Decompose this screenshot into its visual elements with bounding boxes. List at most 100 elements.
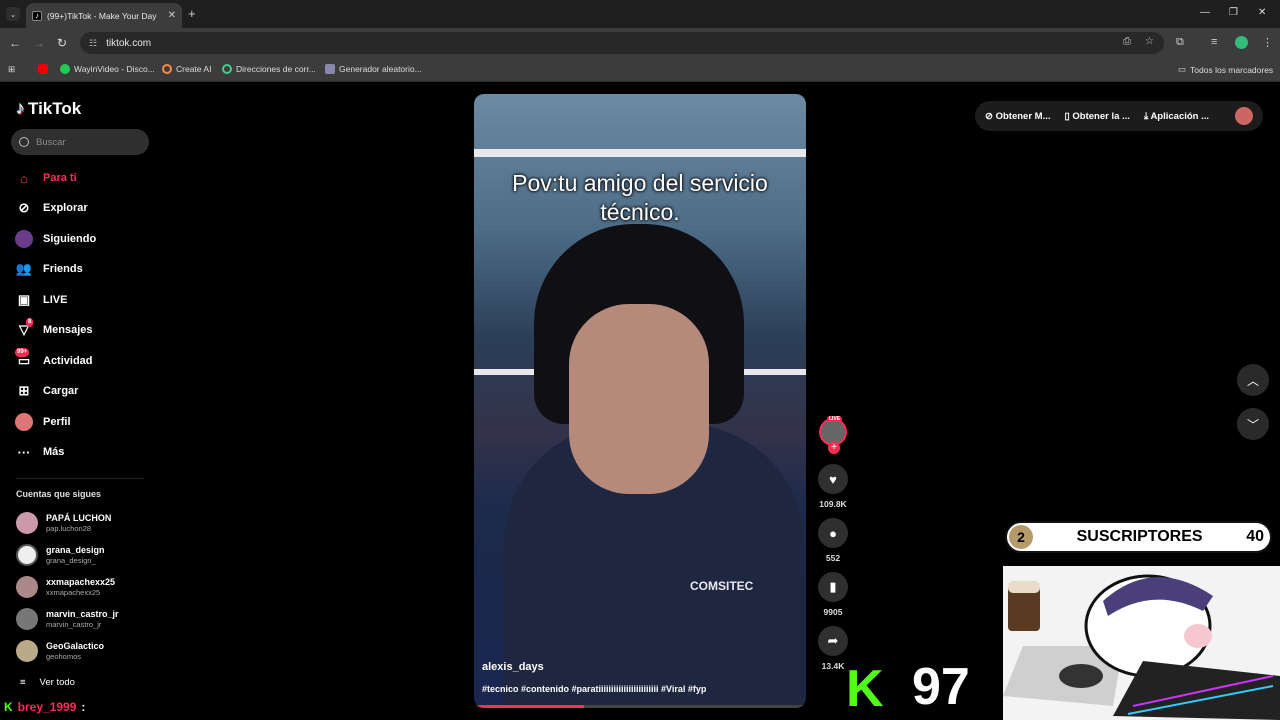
apps-grid-icon[interactable]: ⊞ (8, 64, 15, 75)
list-icon: ≡ (20, 677, 26, 688)
search-icon (19, 137, 29, 147)
menu-item-mensajes[interactable]: ▽ 8 Mensajes (15, 318, 155, 341)
all-bookmarks[interactable]: ▭ Todos los marcadores (1178, 64, 1273, 75)
share-icon: ➦ (818, 626, 848, 656)
back-icon[interactable]: ← (9, 36, 21, 50)
followed-account[interactable]: marvin_castro_jr marvin_castro_jr (16, 608, 156, 630)
chevron-down-icon: ﹀ (1246, 417, 1259, 432)
video-author[interactable]: alexis_days (482, 661, 544, 673)
compass-icon: ⊘ (18, 200, 30, 215)
avatar (16, 608, 38, 630)
following-icon (15, 230, 33, 248)
get-app-button[interactable]: ▯ Obtener la ... (1065, 111, 1130, 122)
forward-icon[interactable]: → (33, 36, 45, 50)
window-close-icon[interactable]: ✕ (1258, 7, 1266, 18)
address-bar[interactable]: ☷ tiktok.com ⎙ ☆ (80, 32, 1164, 54)
media-control-icon[interactable]: ≡ (1211, 36, 1217, 48)
live-badge: LIVE (827, 416, 843, 422)
followed-account[interactable]: xxmapachexx25 xxmapachexx25 (16, 576, 156, 598)
like-count: 109.8K (819, 499, 847, 509)
wayinvideo-icon (60, 64, 70, 74)
see-all-link[interactable]: ≡ Ver todo (20, 677, 75, 688)
more-icon: ··· (17, 444, 31, 460)
video-player[interactable]: Pov:tu amigo del servicio técnico. COMSI… (474, 94, 806, 708)
tiktok-logo[interactable]: ♪ TikTok (16, 98, 81, 119)
tab-search-icon[interactable]: ⌄ (6, 7, 20, 21)
sidebar-divider (16, 478, 144, 479)
menu-item-cargar[interactable]: ⊞ Cargar (15, 380, 155, 402)
comment-button[interactable]: ● 552 (817, 518, 849, 563)
followed-account[interactable]: PAPÁ LUCHON pap.luchon28 (16, 512, 156, 534)
tab-close-icon[interactable]: ✕ (168, 10, 176, 21)
browser-tab[interactable]: ♪ (99+)TikTok - Make Your Day ✕ (26, 3, 182, 28)
shirt-logo: COMSITEC (690, 579, 754, 593)
desktop-app-button[interactable]: ⤓ Aplicación ... (1144, 111, 1209, 122)
background-shelf (474, 149, 806, 157)
bookmark-star-icon[interactable]: ☆ (1145, 36, 1154, 47)
search-input[interactable]: Buscar (11, 129, 149, 155)
subscribers-overlay: 2 SUSCRIPTORES 40 (1005, 521, 1272, 553)
restore-icon[interactable]: ❐ (1229, 7, 1238, 18)
activity-icon: ▭ 99+ (15, 348, 31, 368)
mascot-illustration (1003, 574, 1280, 720)
menu-item-perfil[interactable]: Perfil (15, 411, 155, 433)
url-text: tiktok.com (106, 37, 152, 49)
youtube-bookmark[interactable] (38, 64, 48, 74)
creator-avatar[interactable]: LIVE + (817, 416, 849, 454)
chevron-up-icon: ︿ (1246, 373, 1259, 388)
profile-icon (15, 413, 33, 431)
minimize-icon[interactable]: — (1200, 7, 1210, 18)
live-icon: ▣ (17, 292, 31, 307)
menu-item-actividad[interactable]: ▭ 99+ Actividad (15, 348, 155, 372)
tab-title: (99+)TikTok - Make Your Day (47, 10, 157, 21)
share-button[interactable]: ➦ 13.4K (817, 626, 849, 671)
menu-item-siguiendo[interactable]: Siguiendo (15, 228, 155, 250)
tiktok-favicon-icon: ♪ (32, 10, 42, 21)
stream-chat-line: Kbrey_1999: (4, 700, 86, 714)
like-button[interactable]: ♥ 109.8K (817, 464, 849, 509)
avatar (16, 512, 38, 534)
get-coins-button[interactable]: ⊘ Obtener M... (985, 111, 1051, 122)
bookmark-create-ai[interactable]: Create AI (162, 64, 211, 74)
install-app-icon[interactable]: ⎙ (1123, 36, 1131, 47)
sub-left-count: 2 (1009, 525, 1033, 549)
extensions-icon[interactable]: ⧉ (1176, 36, 1184, 49)
avatar (16, 640, 38, 662)
video-progress-fill (474, 705, 584, 708)
menu-item-friends[interactable]: 👥 Friends (15, 258, 155, 280)
menu-item-mas[interactable]: ··· Más (15, 441, 155, 463)
heart-icon: ♥ (818, 464, 848, 494)
create-ai-icon (162, 64, 172, 74)
kick-icon: K (4, 700, 13, 714)
video-caption: Pov:tu amigo del servicio técnico. (512, 170, 768, 225)
tiktok-page: ♪ TikTok Buscar ⌂ Para ti ⊘ Explorar Siguie… (0, 83, 1280, 720)
bookmark-wayinvideo[interactable]: WayinVideo - Disco... (60, 64, 155, 74)
followed-account[interactable]: grana_design grana_design_ (16, 544, 156, 566)
menu-item-para-ti[interactable]: ⌂ Para ti (15, 167, 155, 189)
video-hashtags[interactable]: #tecnico #contenido #paratiiiiiiiiiiiiii… (482, 684, 706, 694)
stream-mascot-overlay (1003, 566, 1280, 720)
reload-icon[interactable]: ↻ (57, 36, 67, 50)
new-tab-icon[interactable]: + (188, 6, 196, 21)
followed-account[interactable]: GeoGalactico geohomos (16, 640, 156, 662)
following-section-title: Cuentas que sigues (16, 489, 102, 499)
menu-item-live[interactable]: ▣ LIVE (15, 289, 155, 311)
site-info-icon[interactable]: ☷ (89, 38, 97, 49)
avatar (16, 576, 38, 598)
bookmark-generador[interactable]: Generador aleatorio... (325, 64, 422, 74)
video-progress-bar[interactable] (474, 705, 806, 708)
follow-plus-icon[interactable]: + (828, 442, 840, 454)
menu-item-explorar[interactable]: ⊘ Explorar (15, 197, 155, 219)
bookmark-direcciones[interactable]: Direcciones de corr... (222, 64, 316, 74)
top-actions-bar: ⊘ Obtener M... ▯ Obtener la ... ⤓ Aplica… (975, 101, 1263, 131)
previous-video-button[interactable]: ︿ (1237, 364, 1269, 396)
kick-logo-icon: K (846, 660, 884, 718)
friends-icon: 👥 (15, 261, 33, 276)
user-avatar[interactable] (1235, 107, 1254, 125)
save-button[interactable]: ▮ 9905 (817, 572, 849, 617)
upload-icon: ⊞ (18, 383, 30, 398)
profile-avatar-icon[interactable] (1235, 36, 1248, 49)
next-video-button[interactable]: ﹀ (1237, 408, 1269, 440)
tiktok-note-icon: ♪ (16, 98, 25, 118)
browser-menu-icon[interactable]: ⋮ (1262, 36, 1273, 49)
